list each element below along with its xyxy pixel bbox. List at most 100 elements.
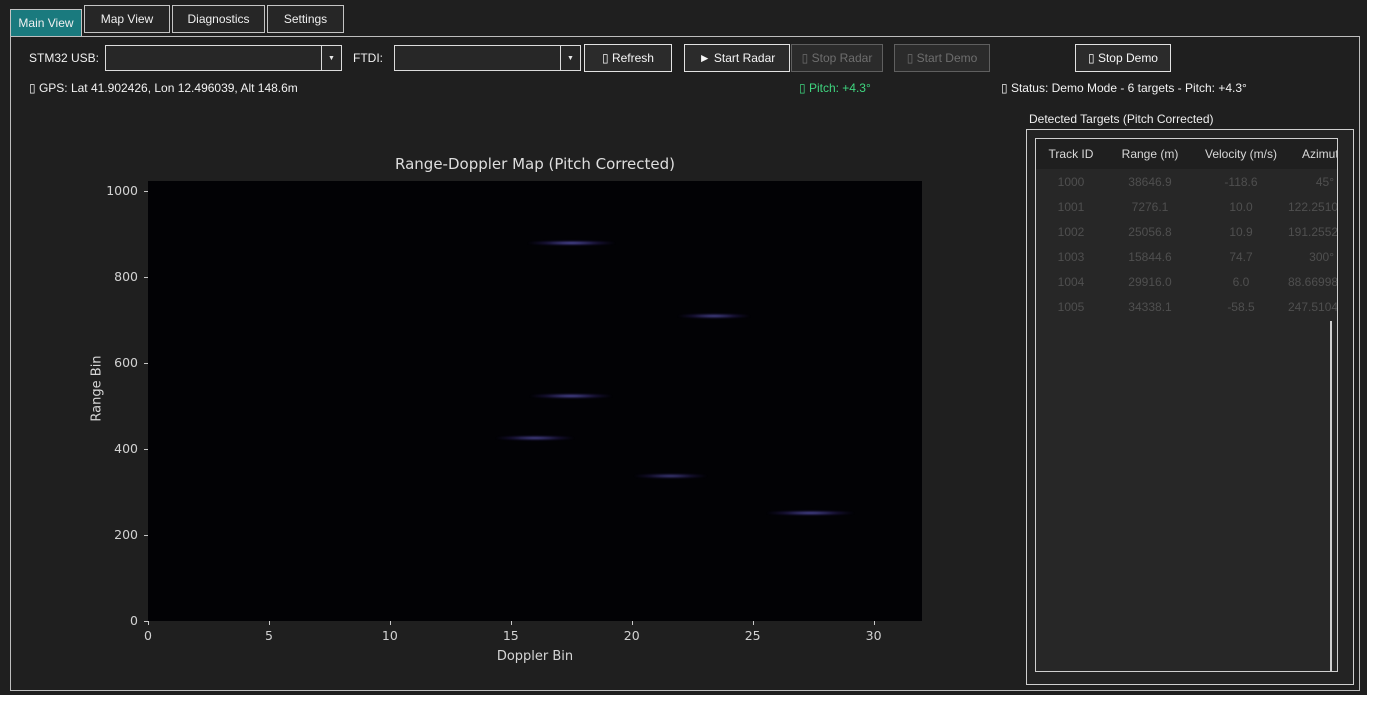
tab-map-view-label: Map View: [101, 12, 153, 26]
y-tick-mark: [144, 535, 148, 536]
col-header-track-id: Track ID: [1036, 147, 1106, 161]
table-cell: 1001: [1036, 200, 1106, 214]
chart-title: Range-Doppler Map (Pitch Corrected): [148, 155, 922, 173]
tab-main-view-label: Main View: [18, 16, 73, 30]
table-cell: 10.9: [1194, 225, 1288, 239]
targets-table-header: Track ID Range (m) Velocity (m/s) Azimut…: [1036, 139, 1337, 169]
targets-panel-caption: Detected Targets (Pitch Corrected): [1029, 112, 1214, 126]
targets-table-body: 100038646.9-118.645°10017276.110.0122.25…: [1036, 169, 1337, 319]
y-tick-mark: [144, 621, 148, 622]
desktop: Main View Map View Diagnostics Settings …: [0, 0, 1380, 716]
y-tick-label: 0: [94, 613, 138, 628]
stop-radar-button: ▯ Stop Radar: [791, 44, 883, 72]
table-cell: 122.2510: [1288, 200, 1337, 214]
col-header-azimuth: Azimuth: [1288, 147, 1337, 161]
table-cell: 15844.6: [1106, 250, 1194, 264]
refresh-button[interactable]: ▯ Refresh: [584, 44, 672, 72]
start-radar-button[interactable]: ► Start Radar: [684, 44, 790, 72]
main-view-page: STM32 USB: ▼ FTDI: ▼ ▯ Refresh ► Start R…: [10, 36, 1360, 691]
x-tick-mark: [390, 621, 391, 625]
stop-demo-button[interactable]: ▯ Stop Demo: [1075, 44, 1171, 72]
tab-settings[interactable]: Settings: [267, 5, 344, 33]
table-cell: 7276.1: [1106, 200, 1194, 214]
table-cell: 247.5104: [1288, 300, 1337, 314]
chevron-down-icon: ▼: [328, 55, 335, 62]
x-tick-label: 25: [741, 628, 765, 643]
x-axis-label: Doppler Bin: [148, 649, 922, 664]
start-demo-button: ▯ Start Demo: [894, 44, 990, 72]
table-cell: 45°: [1288, 175, 1337, 189]
table-cell: 1005: [1036, 300, 1106, 314]
y-tick-label: 600: [94, 355, 138, 370]
x-tick-label: 0: [136, 628, 160, 643]
x-tick-label: 10: [378, 628, 402, 643]
y-tick-label: 800: [94, 269, 138, 284]
x-tick-mark: [269, 621, 270, 625]
pitch-indicator-text: ▯ Pitch: +4.3°: [799, 81, 871, 95]
radar-app-window: Main View Map View Diagnostics Settings …: [0, 0, 1367, 695]
table-cell: 34338.1: [1106, 300, 1194, 314]
tab-diagnostics-label: Diagnostics: [187, 12, 249, 26]
tab-settings-label: Settings: [284, 12, 327, 26]
ftdi-combobox[interactable]: ▼: [394, 45, 581, 71]
gps-status-text: ▯ GPS: Lat 41.902426, Lon 12.496039, Alt…: [29, 81, 298, 95]
table-row[interactable]: 100225056.810.9191.2552: [1036, 219, 1337, 244]
target-streak: [496, 436, 573, 440]
table-row[interactable]: 100038646.9-118.645°: [1036, 169, 1337, 194]
target-streak: [678, 314, 751, 318]
x-tick-label: 15: [499, 628, 523, 643]
table-cell: 1000: [1036, 175, 1106, 189]
y-tick-mark: [144, 363, 148, 364]
y-tick-mark: [144, 191, 148, 192]
target-streak: [767, 511, 854, 515]
x-tick-mark: [753, 621, 754, 625]
demo-status-text: ▯ Status: Demo Mode - 6 targets - Pitch:…: [1001, 81, 1247, 95]
target-streak: [530, 394, 612, 398]
table-row[interactable]: 100429916.06.088.66998: [1036, 269, 1337, 294]
table-cell: 10.0: [1194, 200, 1288, 214]
stm32-usb-combobox[interactable]: ▼: [105, 45, 342, 71]
targets-table[interactable]: Track ID Range (m) Velocity (m/s) Azimut…: [1035, 138, 1338, 672]
col-header-velocity: Velocity (m/s): [1194, 147, 1288, 161]
y-tick-label: 1000: [94, 183, 138, 198]
y-tick-label: 200: [94, 527, 138, 542]
col-header-range: Range (m): [1106, 147, 1194, 161]
stm32-usb-label: STM32 USB:: [29, 51, 99, 65]
x-tick-mark: [874, 621, 875, 625]
table-cell: 191.2552: [1288, 225, 1337, 239]
x-tick-label: 30: [862, 628, 886, 643]
table-cell: -58.5: [1194, 300, 1288, 314]
tab-diagnostics[interactable]: Diagnostics: [172, 5, 265, 33]
table-row[interactable]: 10017276.110.0122.2510: [1036, 194, 1337, 219]
x-tick-mark: [511, 621, 512, 625]
tab-main-view[interactable]: Main View: [10, 9, 82, 36]
ftdi-label: FTDI:: [353, 51, 383, 65]
table-cell: 38646.9: [1106, 175, 1194, 189]
table-cell: 6.0: [1194, 275, 1288, 289]
table-cell: 1002: [1036, 225, 1106, 239]
table-row[interactable]: 100315844.674.7300°: [1036, 244, 1337, 269]
stm32-usb-dropdown-button[interactable]: ▼: [321, 46, 341, 70]
chevron-down-icon: ▼: [567, 55, 574, 62]
target-streak: [634, 474, 707, 478]
range-doppler-plot: [148, 181, 922, 621]
tab-map-view[interactable]: Map View: [84, 5, 170, 33]
x-tick-label: 5: [257, 628, 281, 643]
y-tick-label: 400: [94, 441, 138, 456]
table-cell: 1004: [1036, 275, 1106, 289]
table-cell: 25056.8: [1106, 225, 1194, 239]
target-streak: [528, 241, 615, 245]
x-tick-mark: [148, 621, 149, 625]
table-cell: 88.66998: [1288, 275, 1337, 289]
table-cell: 300°: [1288, 250, 1337, 264]
x-tick-mark: [632, 621, 633, 625]
table-row[interactable]: 100534338.1-58.5247.5104: [1036, 294, 1337, 319]
table-cell: 1003: [1036, 250, 1106, 264]
ftdi-dropdown-button[interactable]: ▼: [560, 46, 580, 70]
table-scrollbar[interactable]: [1330, 321, 1332, 671]
tab-bar: Main View Map View Diagnostics Settings: [0, 0, 1367, 36]
x-tick-label: 20: [620, 628, 644, 643]
table-cell: 29916.0: [1106, 275, 1194, 289]
targets-groupbox: Track ID Range (m) Velocity (m/s) Azimut…: [1026, 129, 1354, 685]
y-tick-mark: [144, 277, 148, 278]
